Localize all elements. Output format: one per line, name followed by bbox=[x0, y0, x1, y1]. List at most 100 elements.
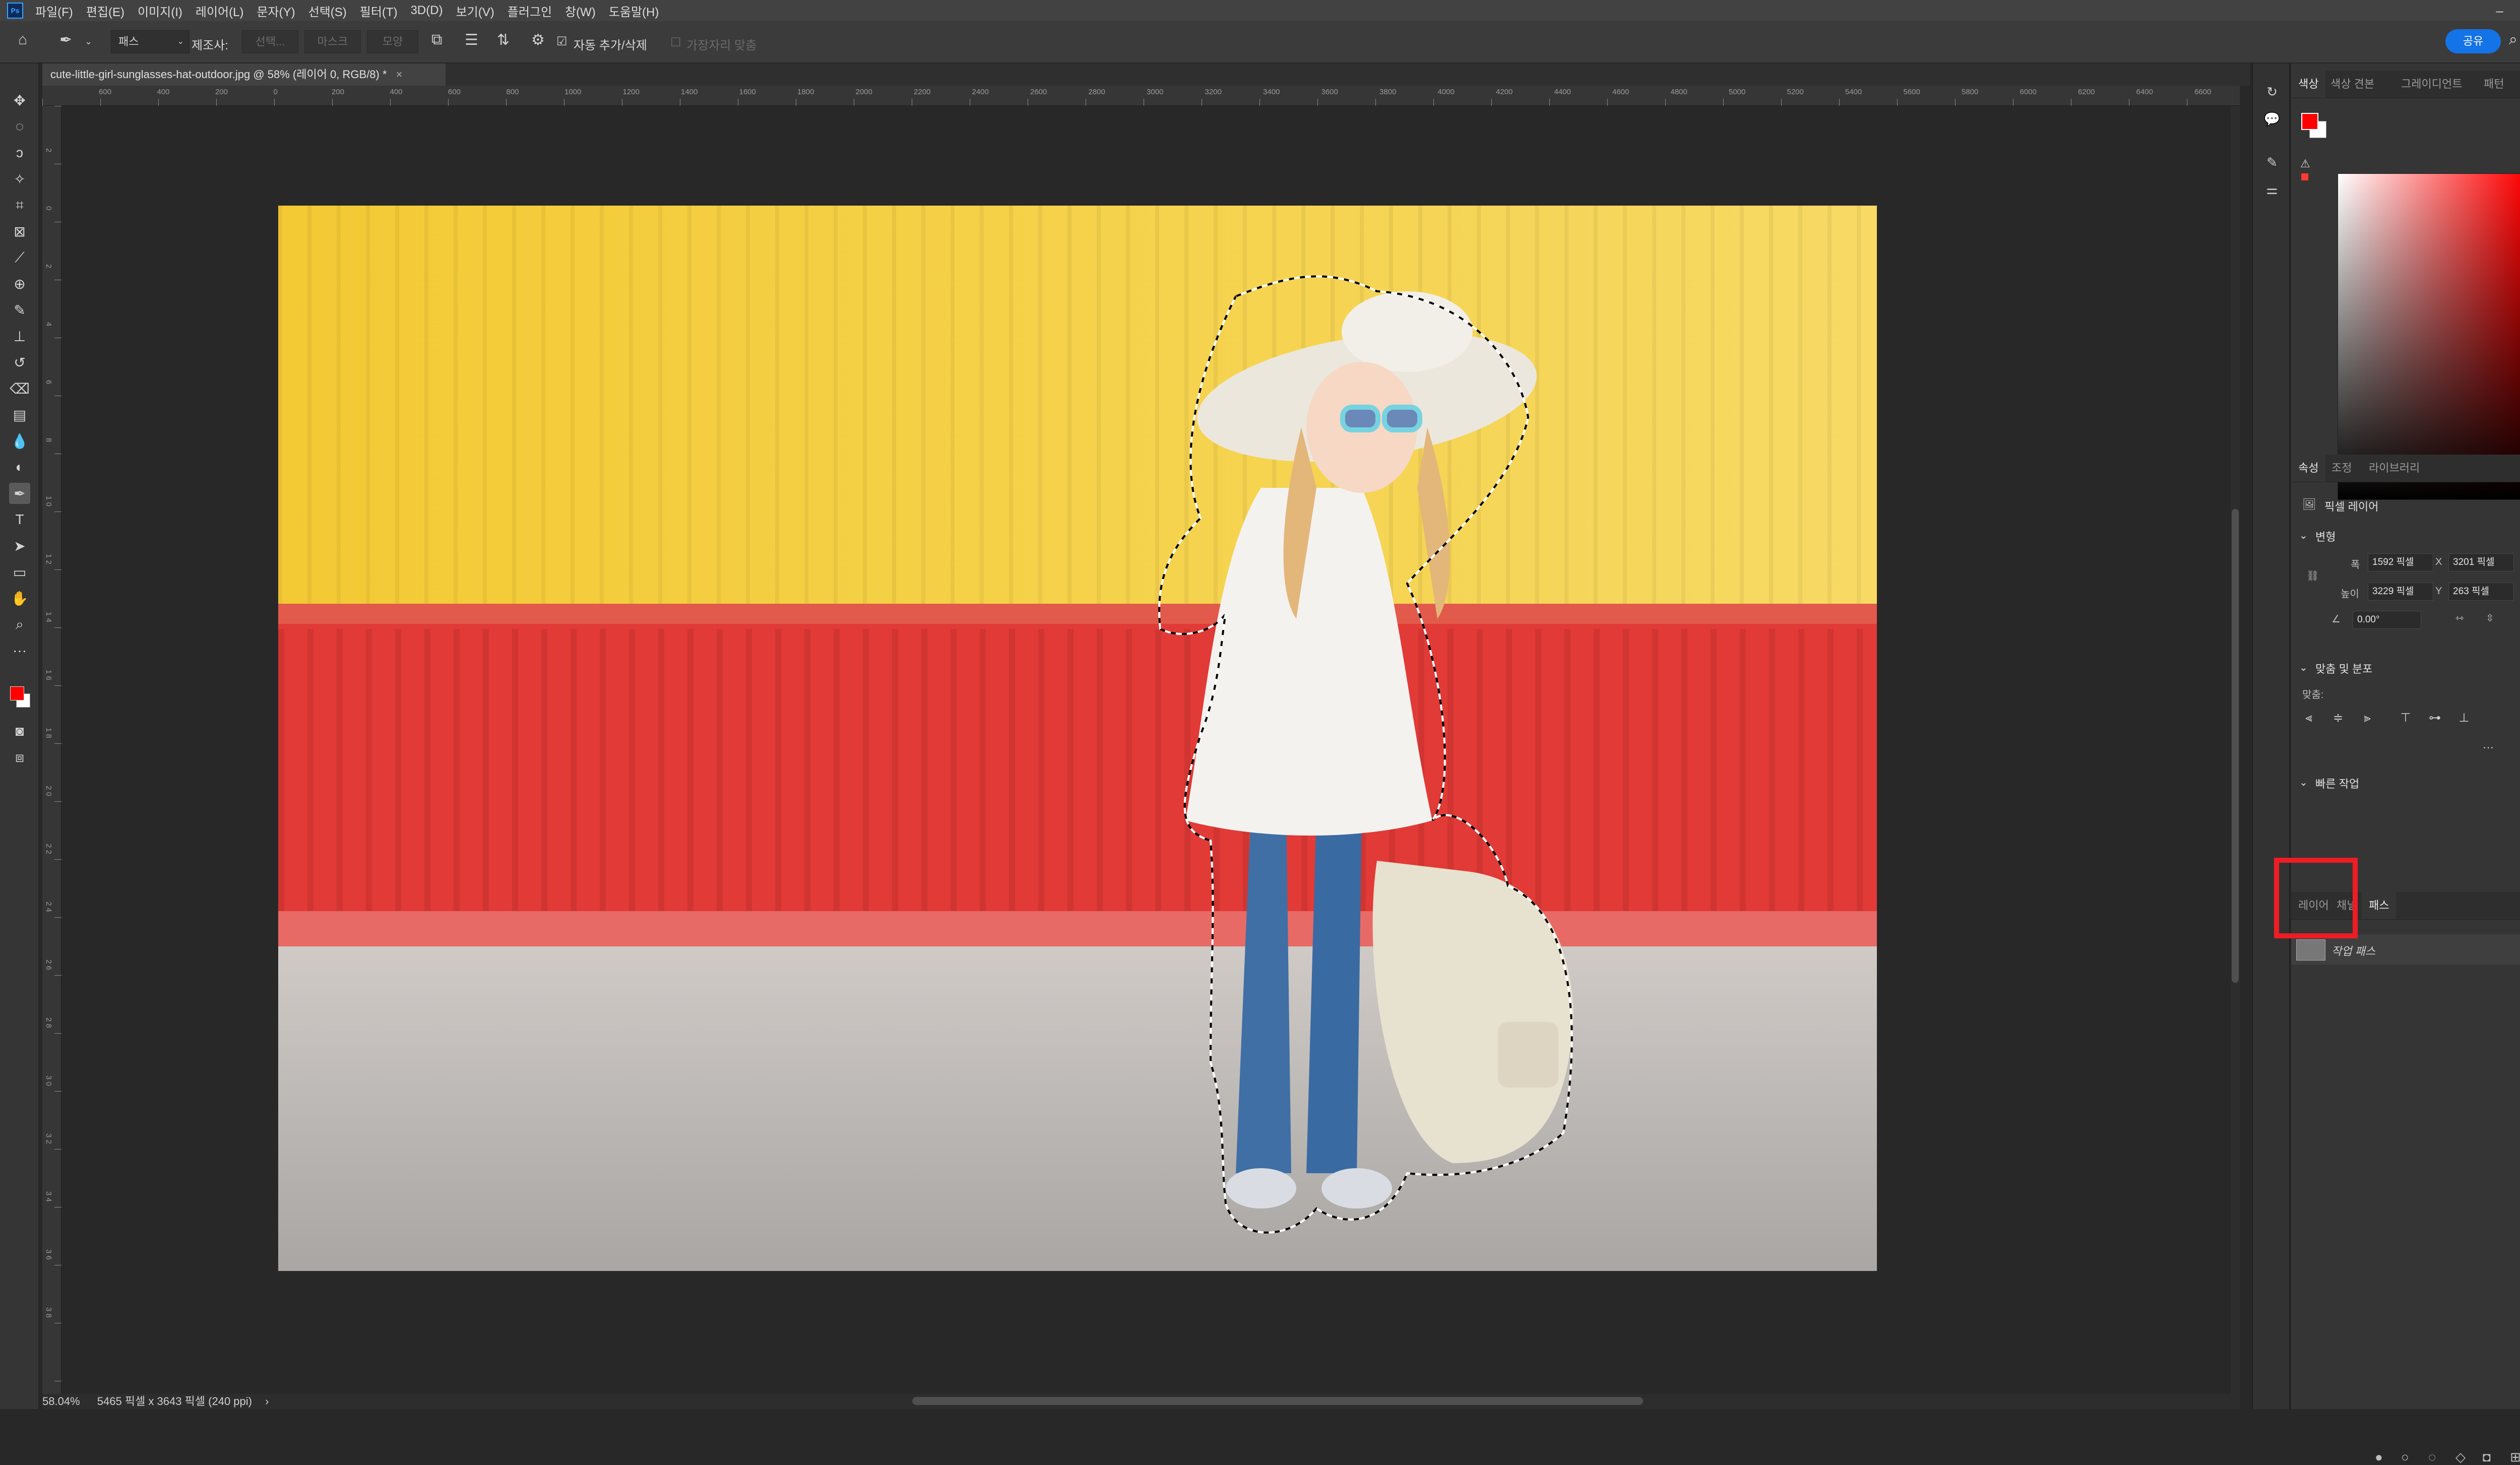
make-selection-button[interactable]: 선택... bbox=[242, 30, 298, 53]
foreground-color-swatch[interactable] bbox=[10, 686, 24, 700]
menu-3d[interactable]: 3D(D) bbox=[411, 4, 443, 18]
tab-paths[interactable]: 패스 bbox=[2362, 892, 2397, 919]
align-edges-checkbox[interactable]: ☐ bbox=[670, 35, 681, 50]
pen-tool-icon[interactable]: ✒ bbox=[59, 31, 72, 49]
blur-tool-icon[interactable]: 💧 bbox=[9, 430, 30, 452]
menu-help[interactable]: 도움말(H) bbox=[609, 2, 659, 20]
flip-horizontal-icon[interactable]: ⇿ bbox=[2455, 612, 2464, 624]
gradient-tool-icon[interactable]: ▤ bbox=[9, 404, 30, 425]
hand-tool-icon[interactable]: ✋ bbox=[9, 588, 30, 609]
add-mask-icon[interactable]: ◘ bbox=[2483, 1449, 2491, 1465]
chevron-down-icon[interactable]: ⌄ bbox=[2299, 529, 2308, 542]
new-path-icon[interactable]: ⊞ bbox=[2510, 1449, 2520, 1465]
path-arrangement-icon[interactable]: ⇅ bbox=[497, 31, 510, 49]
home-icon[interactable]: ⌂ bbox=[18, 31, 27, 48]
lasso-tool-icon[interactable]: ↄ bbox=[9, 142, 30, 163]
tab-color[interactable]: 색상 bbox=[2291, 71, 2326, 98]
path-alignment-icon[interactable]: ☰ bbox=[465, 31, 478, 49]
search-icon[interactable]: ⌕ bbox=[2509, 31, 2517, 48]
menu-filter[interactable]: 필터(T) bbox=[360, 2, 398, 20]
more-options-button[interactable]: ··· bbox=[2483, 741, 2494, 754]
adjustments-icon[interactable]: ⚌ bbox=[2263, 180, 2281, 199]
menu-window[interactable]: 창(W) bbox=[565, 2, 596, 20]
eyedropper-tool-icon[interactable]: ⟋ bbox=[9, 247, 30, 268]
document-tab[interactable]: cute-little-girl-sunglasses-hat-outdoor.… bbox=[42, 63, 446, 86]
type-tool-icon[interactable]: T bbox=[9, 509, 30, 530]
color-panel-foreground[interactable] bbox=[2301, 113, 2318, 130]
crop-tool-icon[interactable]: ⌗ bbox=[9, 195, 30, 216]
healing-brush-tool-icon[interactable]: ⊕ bbox=[9, 273, 30, 294]
frame-tool-icon[interactable]: ⊠ bbox=[9, 221, 30, 242]
chevron-down-icon[interactable]: ⌄ bbox=[2299, 776, 2308, 789]
align-bottom-icon[interactable]: ⊥ bbox=[2455, 710, 2473, 727]
chevron-down-icon[interactable]: ⌄ bbox=[2299, 661, 2308, 674]
close-tab-icon[interactable]: × bbox=[396, 68, 403, 81]
align-right-icon[interactable]: ⫸ bbox=[2359, 710, 2376, 727]
dodge-tool-icon[interactable]: ◐ bbox=[9, 457, 30, 478]
comments-icon[interactable]: 💬 bbox=[2263, 110, 2281, 128]
zoom-tool-icon[interactable]: ⌕ bbox=[9, 614, 30, 635]
fill-path-icon[interactable]: ● bbox=[2375, 1449, 2383, 1465]
horizontal-scroll-thumb[interactable] bbox=[912, 1397, 1643, 1405]
y-field[interactable]: 263 픽셀 bbox=[2448, 583, 2514, 601]
zoom-level[interactable]: 58.04% bbox=[42, 1395, 80, 1408]
height-field[interactable]: 3229 픽셀 bbox=[2368, 583, 2433, 601]
path-operations-icon[interactable]: ⧉ bbox=[431, 31, 442, 48]
make-mask-button[interactable]: 마스크 bbox=[304, 30, 361, 53]
move-tool-icon[interactable]: ✥ bbox=[9, 90, 30, 111]
tab-adjustments[interactable]: 조정 bbox=[2324, 455, 2359, 482]
path-selection-tool-icon[interactable]: ➤ bbox=[9, 535, 30, 556]
x-field[interactable]: 3201 픽셀 bbox=[2448, 553, 2514, 571]
tab-patterns[interactable]: 패턴 bbox=[2477, 71, 2511, 98]
tab-swatches[interactable]: 색상 견본 bbox=[2323, 71, 2381, 98]
angle-field[interactable]: 0.00° bbox=[2353, 611, 2421, 629]
marquee-tool-icon[interactable]: ◌ bbox=[9, 116, 30, 137]
color-picker-field[interactable] bbox=[2338, 173, 2520, 500]
menu-edit[interactable]: 편집(E) bbox=[86, 2, 124, 20]
menu-type[interactable]: 문자(Y) bbox=[257, 2, 295, 20]
menu-file[interactable]: 파일(F) bbox=[35, 2, 73, 20]
more-tools-icon[interactable]: ··· bbox=[9, 640, 30, 661]
pen-mode-select[interactable]: 패스 ⌄ bbox=[111, 30, 190, 53]
screen-mode-icon[interactable]: ⧈ bbox=[9, 747, 30, 768]
menu-select[interactable]: 선택(S) bbox=[308, 2, 347, 20]
magic-wand-tool-icon[interactable]: ✧ bbox=[9, 168, 30, 189]
history-brush-tool-icon[interactable]: ↺ bbox=[9, 352, 30, 373]
align-top-icon[interactable]: ⊤ bbox=[2397, 710, 2414, 727]
align-left-icon[interactable]: ⫷ bbox=[2300, 710, 2317, 727]
minimize-icon[interactable]: – bbox=[2496, 3, 2503, 19]
align-middle-v-icon[interactable]: ⊶ bbox=[2426, 710, 2443, 727]
menu-image[interactable]: 이미지(I) bbox=[138, 2, 182, 20]
auto-add-delete-checkbox[interactable]: ☑ bbox=[556, 34, 568, 49]
document-image[interactable] bbox=[278, 206, 1877, 1271]
link-dimensions-icon[interactable]: ⛓ bbox=[2306, 569, 2319, 582]
gear-icon[interactable]: ⚙ bbox=[531, 31, 545, 49]
load-selection-icon[interactable]: ◌ bbox=[2428, 1449, 2436, 1465]
width-field[interactable]: 1592 픽셀 bbox=[2368, 553, 2433, 571]
vertical-scroll-thumb[interactable] bbox=[2232, 509, 2239, 983]
brush-settings-icon[interactable]: ✎ bbox=[2263, 153, 2281, 171]
tab-properties[interactable]: 속성 bbox=[2291, 455, 2326, 482]
make-shape-button[interactable]: 모양 bbox=[367, 30, 418, 53]
path-list-item[interactable]: 작업 패스 bbox=[2291, 934, 2520, 965]
make-work-path-icon[interactable]: ◇ bbox=[2455, 1449, 2466, 1465]
stroke-path-icon[interactable]: ○ bbox=[2401, 1449, 2409, 1465]
share-button[interactable]: 공유 bbox=[2445, 29, 2501, 53]
eraser-tool-icon[interactable]: ⌫ bbox=[9, 378, 30, 399]
brush-tool-icon[interactable]: ✎ bbox=[9, 299, 30, 321]
quick-mask-icon[interactable]: ◙ bbox=[9, 721, 30, 742]
menu-plugins[interactable]: 플러그인 bbox=[508, 2, 552, 20]
menu-view[interactable]: 보기(V) bbox=[456, 2, 494, 20]
tab-libraries[interactable]: 라이브러리 bbox=[2362, 455, 2427, 482]
rectangle-tool-icon[interactable]: ▭ bbox=[9, 561, 30, 583]
pen-tool-icon[interactable]: ✒ bbox=[9, 483, 30, 504]
tab-gradients[interactable]: 그레이디언트 bbox=[2394, 71, 2469, 98]
chevron-down-icon[interactable]: ⌄ bbox=[85, 36, 92, 47]
flip-vertical-icon[interactable]: ⇳ bbox=[2486, 612, 2494, 624]
history-icon[interactable]: ↻ bbox=[2263, 83, 2281, 101]
status-menu-arrow[interactable]: › bbox=[265, 1395, 269, 1408]
align-center-h-icon[interactable]: ≑ bbox=[2329, 710, 2347, 727]
clone-stamp-tool-icon[interactable]: ⊥ bbox=[9, 326, 30, 347]
ruler-tick-label: 6600 bbox=[2194, 88, 2212, 96]
menu-layer[interactable]: 레이어(L) bbox=[196, 2, 244, 20]
